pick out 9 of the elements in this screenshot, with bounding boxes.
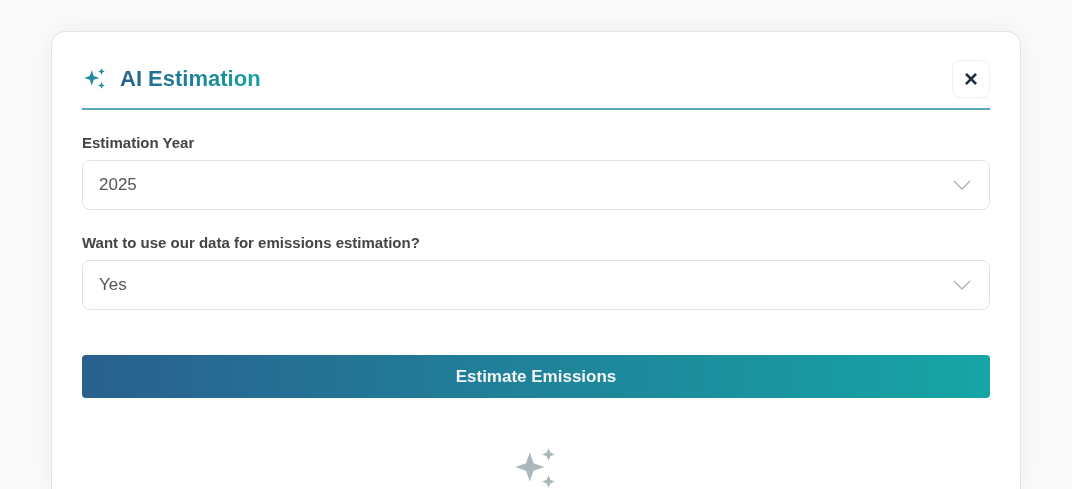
sparkle-icon (82, 66, 108, 92)
chevron-down-icon (953, 280, 971, 290)
field-label: Estimation Year (82, 134, 196, 151)
chevron-down-icon (953, 180, 971, 190)
estimate-button[interactable]: Estimate Emissions (82, 355, 990, 398)
select-field[interactable]: 2025 (82, 160, 990, 210)
select-field[interactable]: Yes (82, 260, 990, 310)
close-button[interactable]: × (952, 60, 990, 98)
field-label: Want to use our data for emissions estimation? (82, 234, 421, 251)
